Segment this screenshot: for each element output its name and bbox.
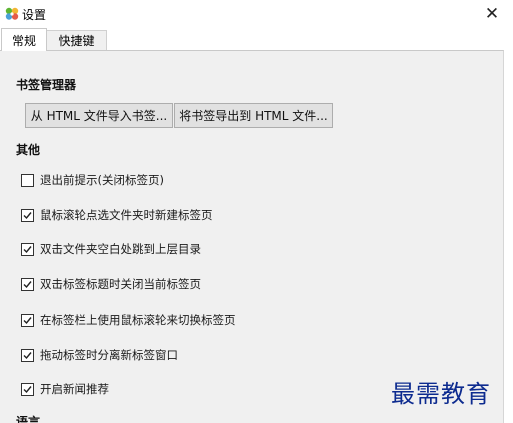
- option-label: 双击文件夹空白处跳到上层目录: [40, 242, 201, 256]
- close-button[interactable]: ✕: [481, 3, 503, 25]
- option-wheel-new-tab[interactable]: 鼠标滚轮点选文件夹时新建标签页: [21, 207, 213, 223]
- clover-icon: [5, 7, 19, 20]
- checkmark-icon: [23, 245, 32, 253]
- checkmark-icon: [23, 385, 32, 393]
- checkbox-checked[interactable]: [21, 348, 34, 362]
- tab-shortcuts[interactable]: 快捷键: [47, 30, 107, 50]
- export-bookmarks-button[interactable]: 将书签导出到 HTML 文件...: [174, 103, 333, 128]
- other-title: 其他: [16, 143, 41, 157]
- checkbox-checked[interactable]: [21, 277, 34, 291]
- title-bar: 设置 ✕: [0, 0, 513, 28]
- option-label: 退出前提示(关闭标签页): [40, 173, 164, 187]
- option-label: 鼠标滚轮点选文件夹时新建标签页: [40, 208, 213, 222]
- settings-panel: 书签管理器 从 HTML 文件导入书签... 将书签导出到 HTML 文件...…: [0, 50, 504, 423]
- option-dblclick-close-tab[interactable]: 双击标签标题时关闭当前标签页: [21, 276, 201, 292]
- checkmark-icon: [23, 211, 32, 219]
- option-label: 双击标签标题时关闭当前标签页: [40, 277, 201, 291]
- option-confirm-exit[interactable]: 退出前提示(关闭标签页): [21, 172, 164, 188]
- option-label: 拖动标签时分离新标签窗口: [40, 348, 178, 362]
- option-drag-detach-tab[interactable]: 拖动标签时分离新标签窗口: [21, 347, 178, 363]
- language-title: 语言: [16, 415, 41, 423]
- option-dblclick-parent-dir[interactable]: 双击文件夹空白处跳到上层目录: [21, 241, 201, 257]
- tab-general[interactable]: 常规: [1, 28, 47, 51]
- checkmark-icon: [23, 316, 32, 324]
- option-news-feed[interactable]: 开启新闻推荐: [21, 381, 109, 397]
- checkbox-checked[interactable]: [21, 208, 34, 222]
- checkbox-checked[interactable]: [21, 313, 34, 327]
- checkbox-checked[interactable]: [21, 242, 34, 256]
- bookmark-manager-title: 书签管理器: [16, 78, 77, 92]
- option-label: 开启新闻推荐: [40, 382, 109, 396]
- close-icon: ✕: [484, 4, 500, 24]
- checkbox-checked[interactable]: [21, 382, 34, 396]
- import-bookmarks-button[interactable]: 从 HTML 文件导入书签...: [25, 103, 173, 128]
- window-title: 设置: [22, 8, 47, 22]
- option-wheel-switch-tab[interactable]: 在标签栏上使用鼠标滚轮来切换标签页: [21, 312, 236, 328]
- checkbox[interactable]: [21, 173, 34, 187]
- option-label: 在标签栏上使用鼠标滚轮来切换标签页: [40, 313, 236, 327]
- watermark-text: 最需教育: [391, 380, 491, 408]
- checkmark-icon: [23, 280, 32, 288]
- checkmark-icon: [23, 351, 32, 359]
- tab-strip: 常规 快捷键: [0, 28, 513, 51]
